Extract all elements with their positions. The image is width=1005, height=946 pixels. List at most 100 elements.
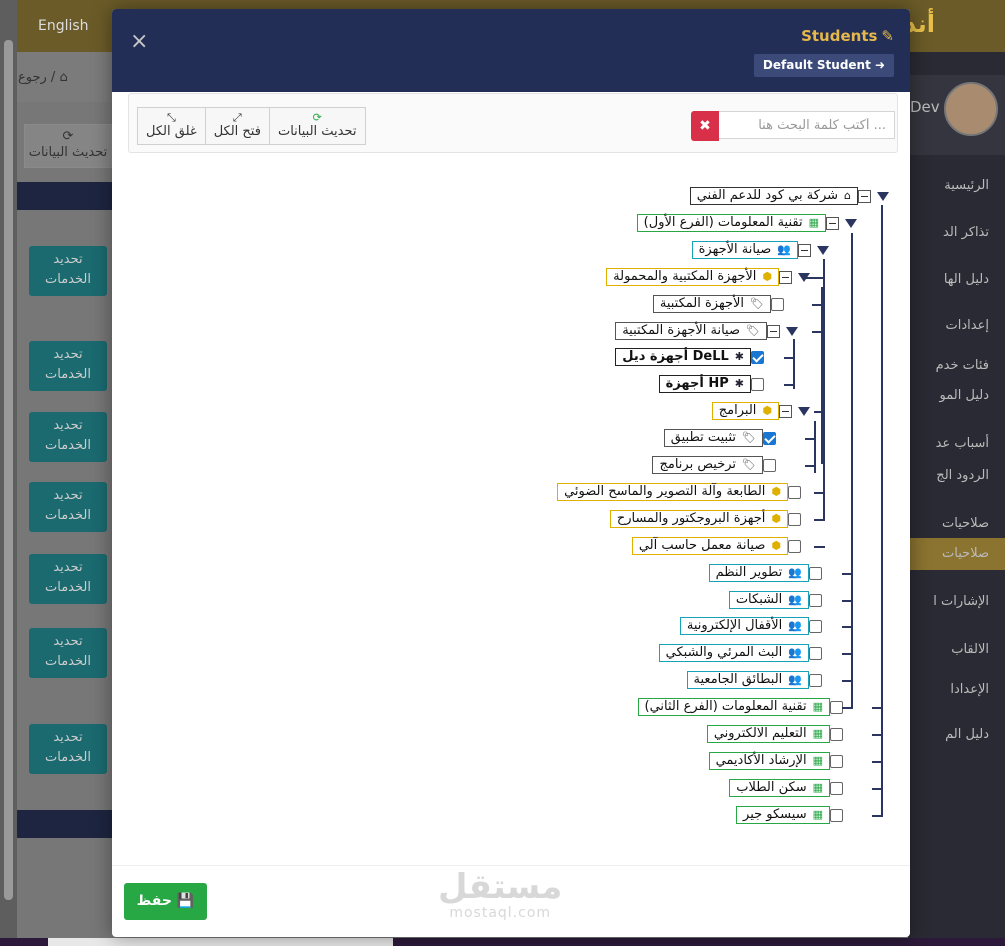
sidebar-item[interactable]: دليل الم <box>945 727 989 742</box>
tree-node-label[interactable]: ⬢ الأجهزة المكتبية والمحمولة <box>606 268 779 286</box>
caret-down-icon[interactable] <box>877 191 889 201</box>
tree-node-label[interactable]: ▦ سكن الطلاب <box>729 779 830 797</box>
node-checkbox[interactable] <box>809 646 822 660</box>
sidebar-item[interactable]: الرئيسية <box>944 178 989 193</box>
tree-node[interactable]: 🏷 تثبيت تطبيق <box>663 429 784 447</box>
tree-node[interactable]: 👥 تطوير النظم <box>708 564 830 582</box>
background-refresh-button[interactable]: ⟳ تحديث البيانات <box>24 124 112 168</box>
caret-down-icon[interactable] <box>845 218 857 228</box>
tree-node-label[interactable]: ⬢ صيانة معمل حاسب آلي <box>631 537 788 555</box>
tree-node[interactable]: 👥 البطائق الجامعية <box>686 671 830 689</box>
tree-node-label[interactable]: 🏷 صيانة الأجهزة المكتبية <box>615 322 767 340</box>
tree-node-label[interactable]: 👥 البطائق الجامعية <box>686 671 809 689</box>
tree-node[interactable]: ⬢ أجهزة البروجكتور والمسارح <box>609 510 809 528</box>
sidebar-item[interactable]: إعدادات <box>946 318 989 333</box>
sidebar-item[interactable]: الإعدادا <box>950 682 989 697</box>
node-checkbox[interactable] <box>788 539 801 553</box>
node-checkbox[interactable] <box>771 297 784 311</box>
select-services-button[interactable]: تحديد الخدمات <box>29 246 107 296</box>
tree-node[interactable]: 👥 صيانة الأجهزة <box>691 241 835 259</box>
node-checkbox[interactable] <box>751 377 764 391</box>
home-icon[interactable]: ⌂ <box>59 70 67 85</box>
sidebar-item[interactable]: صلاحيات <box>942 516 989 531</box>
tree-node-label[interactable]: 👥 الأقفال الإلكترونية <box>679 617 809 635</box>
tree-node-label[interactable]: ✱ أجهزة HP <box>658 375 751 393</box>
tree-node[interactable]: 🏷 ترخيص برنامج <box>652 456 784 474</box>
save-button[interactable]: حفظ 💾 <box>124 883 207 920</box>
tree-node-label[interactable]: ⌂ شركة بي كود للدعم الفني <box>689 187 858 205</box>
tree-node-label[interactable]: ⬢ البرامج <box>711 402 779 420</box>
tree-node[interactable]: 🏷 صيانة الأجهزة المكتبية <box>615 322 804 340</box>
tree-node[interactable]: ⬢ صيانة معمل حاسب آلي <box>631 537 809 555</box>
tree-node[interactable]: ✱ أجهزة HP <box>658 375 772 393</box>
tree-node[interactable]: ⬢ البرامج <box>711 402 816 420</box>
caret-down-icon[interactable] <box>786 326 798 336</box>
select-services-button[interactable]: تحديد الخدمات <box>29 628 107 678</box>
tree-node-label[interactable]: ✱ أجهزة ديل DeLL <box>615 348 751 366</box>
sidebar-item[interactable]: تذاكر الد <box>943 225 989 240</box>
collapse-node-icon[interactable] <box>779 404 792 418</box>
sidebar-item[interactable]: الردود الج <box>936 468 989 483</box>
tree-node-label[interactable]: ⬢ الطابعة وآلة التصوير والماسح الضوئي <box>557 483 788 501</box>
tree-node[interactable]: ▦ تقنية المعلومات (الفرع الأول) <box>636 214 863 232</box>
node-checkbox[interactable] <box>830 754 843 768</box>
node-checkbox[interactable] <box>830 727 843 741</box>
node-checkbox[interactable] <box>830 808 843 822</box>
tree-node-label[interactable]: ▦ التعليم الالكتروني <box>706 725 830 743</box>
tree-node-label[interactable]: 🏷 الأجهزة المكتبية <box>652 295 771 313</box>
tree-node[interactable]: ▦ التعليم الالكتروني <box>706 725 851 743</box>
tree-node[interactable]: ⬢ الطابعة وآلة التصوير والماسح الضوئي <box>557 483 809 501</box>
tree-node-label[interactable]: 👥 صيانة الأجهزة <box>691 241 798 259</box>
tree-node[interactable]: 👥 البث المرئي والشبكي <box>658 644 830 662</box>
tree-node[interactable]: 👥 الأقفال الإلكترونية <box>679 617 830 635</box>
breadcrumb-back[interactable]: رجوع / <box>18 70 59 85</box>
node-checkbox[interactable] <box>788 512 801 526</box>
select-services-button[interactable]: تحديد الخدمات <box>29 724 107 774</box>
sidebar-item[interactable]: فئات خدم <box>936 358 989 373</box>
tree-node[interactable]: ⬢ الأجهزة المكتبية والمحمولة <box>606 268 816 286</box>
sidebar-item[interactable]: صلاحيات <box>942 546 989 561</box>
tree-node-label[interactable]: ▦ سيسكو جير <box>736 806 830 824</box>
tree-node[interactable]: ▦ سكن الطلاب <box>729 779 851 797</box>
node-checkbox[interactable] <box>809 619 822 633</box>
select-services-button[interactable]: تحديد الخدمات <box>29 341 107 391</box>
tree-node[interactable]: ⌂ شركة بي كود للدعم الفني <box>689 187 895 205</box>
sidebar-item[interactable]: أسباب عد <box>936 436 989 451</box>
tree-node-label[interactable]: ▦ تقنية المعلومات (الفرع الثاني) <box>637 698 830 716</box>
tree-node-label[interactable]: 🏷 تثبيت تطبيق <box>663 429 763 447</box>
collapse-node-icon[interactable] <box>798 243 811 257</box>
select-services-button[interactable]: تحديد الخدمات <box>29 554 107 604</box>
caret-down-icon[interactable] <box>798 406 810 416</box>
node-checkbox[interactable] <box>763 431 776 445</box>
caret-down-icon[interactable] <box>817 245 829 255</box>
collapse-node-icon[interactable] <box>779 270 792 284</box>
tree-node[interactable]: ▦ سيسكو جير <box>736 806 851 824</box>
node-checkbox[interactable] <box>809 593 822 607</box>
language-link[interactable]: English <box>38 18 89 34</box>
breadcrumb[interactable]: رجوع / ⌂ <box>18 70 68 85</box>
sidebar-item[interactable]: الإشارات ا <box>933 594 989 609</box>
collapse-node-icon[interactable] <box>858 189 871 203</box>
tree-node-label[interactable]: 🏷 ترخيص برنامج <box>652 456 763 474</box>
node-checkbox[interactable] <box>751 350 764 364</box>
tree-node[interactable]: ✱ أجهزة ديل DeLL <box>615 348 772 366</box>
node-checkbox[interactable] <box>809 673 822 687</box>
tree-node[interactable]: ▦ الإرشاد الأكاديمي <box>708 752 851 770</box>
select-services-button[interactable]: تحديد الخدمات <box>29 482 107 532</box>
node-checkbox[interactable] <box>788 485 801 499</box>
tree-node-label[interactable]: ▦ تقنية المعلومات (الفرع الأول) <box>636 214 826 232</box>
tree-node-label[interactable]: ⬢ أجهزة البروجكتور والمسارح <box>609 510 788 528</box>
sidebar-item[interactable]: دليل الها <box>944 272 989 287</box>
sidebar-item[interactable]: الالقاب <box>951 642 989 657</box>
node-checkbox[interactable] <box>763 458 776 472</box>
node-checkbox[interactable] <box>830 781 843 795</box>
avatar[interactable] <box>944 82 998 136</box>
tree-node-label[interactable]: 👥 الشبكات <box>728 591 809 609</box>
tree-node[interactable]: ▦ تقنية المعلومات (الفرع الثاني) <box>637 698 852 716</box>
scrollbar-thumb[interactable] <box>4 40 13 900</box>
tree-node-label[interactable]: ▦ الإرشاد الأكاديمي <box>708 752 830 770</box>
tree-node-label[interactable]: 👥 البث المرئي والشبكي <box>658 644 809 662</box>
tree-node-label[interactable]: 👥 تطوير النظم <box>708 564 809 582</box>
collapse-node-icon[interactable] <box>767 324 780 338</box>
collapse-node-icon[interactable] <box>826 216 839 230</box>
